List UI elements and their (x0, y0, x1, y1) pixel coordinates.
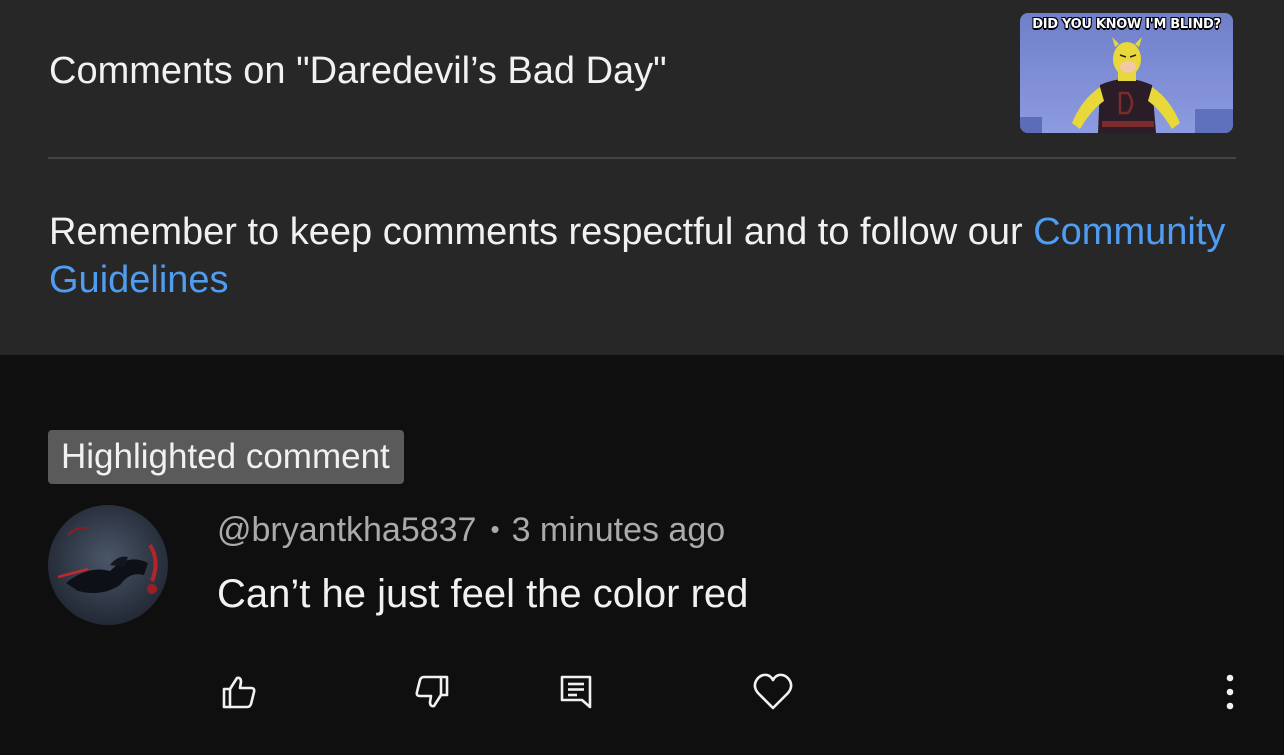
avatar[interactable] (48, 505, 168, 625)
like-button[interactable] (215, 668, 263, 716)
page-title: Comments on "Daredevil’s Bad Day" (49, 50, 667, 92)
guidelines-text: Remember to keep comments respectful and… (49, 211, 1034, 253)
comment-meta: @bryantkha5837 • 3 minutes ago (217, 511, 725, 550)
reply-button[interactable] (552, 668, 600, 716)
reply-icon (560, 675, 592, 709)
meta-separator: • (490, 514, 500, 544)
header-divider (48, 157, 1236, 159)
more-options-button[interactable] (1206, 668, 1254, 716)
heart-button[interactable] (749, 668, 797, 716)
thumbs-down-icon (415, 675, 449, 708)
highlighted-comment-badge: Highlighted comment (48, 430, 404, 484)
guidelines-notice: Remember to keep comments respectful and… (49, 208, 1229, 304)
comments-header-panel: Comments on "Daredevil’s Bad Day" DID YO… (0, 0, 1284, 355)
thumbnail-caption: DID YOU KNOW I'M BLIND? (1032, 17, 1221, 32)
avatar-image (48, 505, 168, 625)
comment-timestamp: 3 minutes ago (511, 511, 726, 549)
dislike-button[interactable] (408, 668, 456, 716)
heart-icon (753, 673, 793, 710)
thumbs-up-icon (222, 676, 256, 709)
comment-author[interactable]: @bryantkha5837 (217, 511, 476, 549)
more-vertical-icon (1226, 674, 1234, 710)
video-thumbnail[interactable]: DID YOU KNOW I'M BLIND? (1020, 13, 1233, 133)
comment-text: Can’t he just feel the color red (217, 572, 749, 616)
